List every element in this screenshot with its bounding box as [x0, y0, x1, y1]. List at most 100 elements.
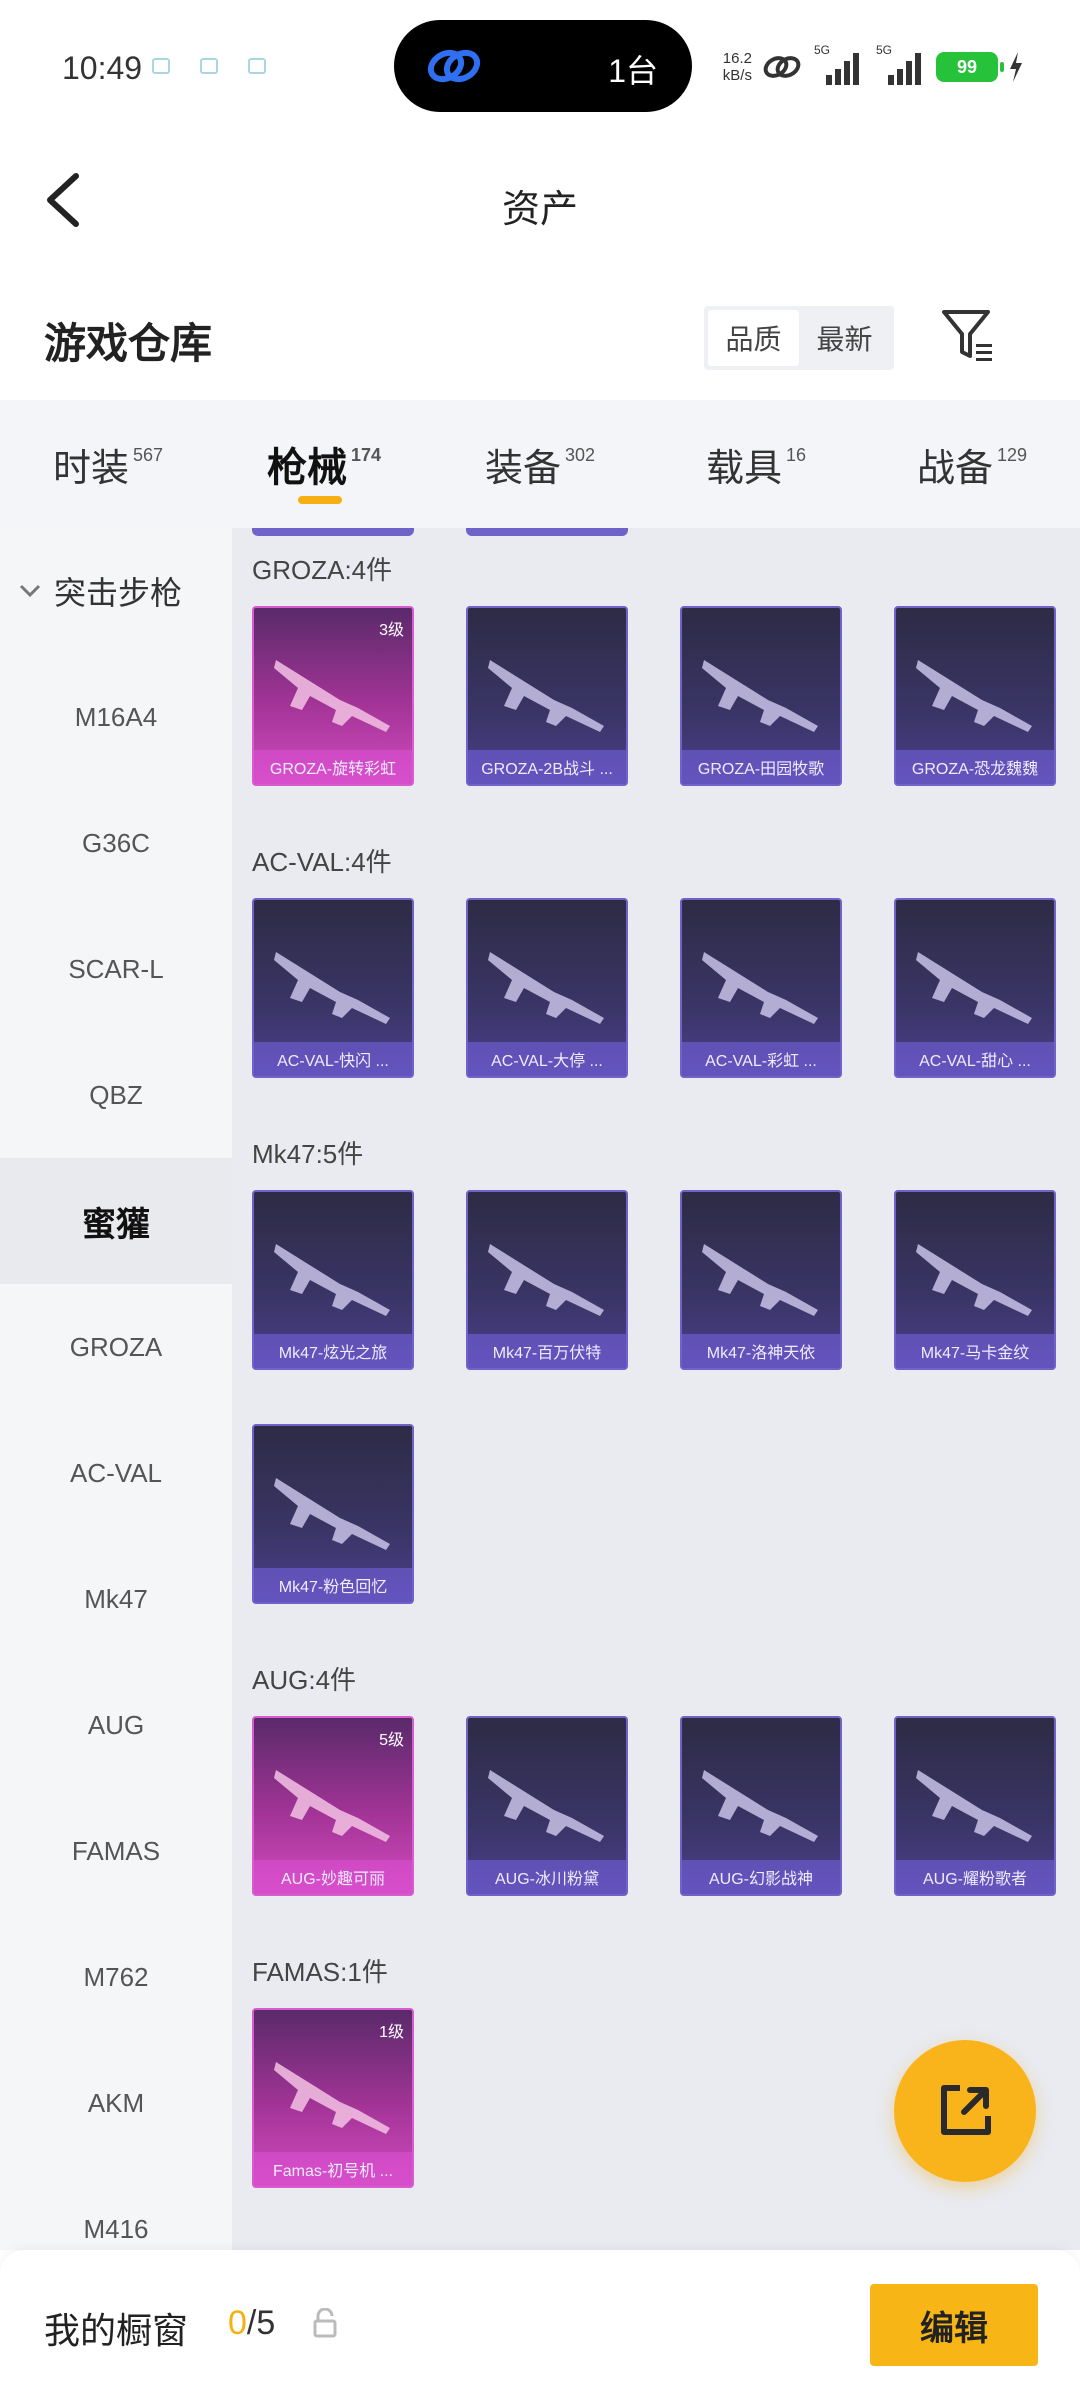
skin-grid: GROZA:4件 3级 GROZA-旋转彩虹 GROZA-2B战斗 ... GROZA-…: [232, 528, 1080, 2250]
showcase-label: 我的橱窗: [44, 2310, 189, 2351]
skin-card[interactable]: AC-VAL-彩虹 ...: [680, 898, 842, 1078]
group-label: AUG:4件: [252, 1665, 357, 1695]
tab-count: 302: [564, 444, 596, 465]
group-label: FAMAS:1件: [252, 1957, 388, 1987]
chevron-down-icon: [19, 584, 41, 598]
sidebar-section-label: 突击步枪: [54, 575, 183, 611]
share-fab[interactable]: [894, 2040, 1036, 2182]
notification-icon: [200, 58, 218, 74]
skin-name: Mk47-炫光之旅: [254, 1334, 412, 1368]
rifle-icon: [274, 1244, 390, 1316]
skin-name: Mk47-粉色回忆: [254, 1568, 412, 1602]
skin-name: GROZA-2B战斗 ...: [468, 750, 626, 784]
rifle-icon: [916, 660, 1032, 732]
skin-name: Mk47-马卡金纹: [896, 1334, 1054, 1368]
edit-button[interactable]: 编辑: [870, 2284, 1038, 2366]
net-speed-value: 16.2: [722, 50, 752, 67]
weapon-sidebar: 突击步枪 M16A4 G36C SCAR-L QBZ 蜜獾 GROZA AC-V…: [0, 528, 232, 2250]
island-text: 1台: [608, 53, 658, 89]
tab-label: 时装: [52, 447, 129, 490]
sidebar-item[interactable]: QBZ: [0, 1032, 232, 1158]
sidebar-item[interactable]: Mk47: [0, 1536, 232, 1662]
sidebar-item[interactable]: M416: [0, 2166, 232, 2250]
tab-equipment[interactable]: 装备 302: [432, 400, 648, 528]
sidebar-section-assault-rifles[interactable]: 突击步枪: [0, 528, 232, 654]
skin-card[interactable]: AUG-幻影战神: [680, 1716, 842, 1896]
notification-icon: [248, 58, 266, 74]
skin-name: Famas-初号机 ...: [254, 2152, 412, 2186]
skin-card[interactable]: 5级 AUG-妙趣可丽: [252, 1716, 414, 1896]
skin-name: AUG-冰川粉黛: [468, 1860, 626, 1894]
tab-count: 567: [132, 444, 164, 465]
skin-name: AC-VAL-快闪 ...: [254, 1042, 412, 1076]
signal-icon: 5G: [874, 43, 926, 87]
skin-card[interactable]: AC-VAL-快闪 ...: [252, 898, 414, 1078]
skin-name: GROZA-旋转彩虹: [254, 750, 412, 784]
sidebar-item-active[interactable]: 蜜獾: [0, 1158, 232, 1284]
skin-card[interactable]: AC-VAL-大停 ...: [466, 898, 628, 1078]
dynamic-island[interactable]: 1台: [394, 20, 692, 112]
skin-card[interactable]: AC-VAL-甜心 ...: [894, 898, 1056, 1078]
sidebar-item[interactable]: FAMAS: [0, 1788, 232, 1914]
tab-supplies[interactable]: 战备 129: [864, 400, 1080, 528]
net-speed-unit: kB/s: [722, 67, 752, 84]
rifle-icon: [702, 660, 818, 732]
skin-card[interactable]: GROZA-2B战斗 ...: [466, 606, 628, 786]
skin-card[interactable]: AUG-冰川粉黛: [466, 1716, 628, 1896]
skin-card[interactable]: AUG-耀粉歌者: [894, 1716, 1056, 1896]
status-time: 10:49: [62, 50, 143, 86]
skin-card[interactable]: GROZA-田园牧歌: [680, 606, 842, 786]
card-edge: [466, 528, 628, 536]
skin-card[interactable]: GROZA-恐龙魏魏: [894, 606, 1056, 786]
skin-name: Mk47-百万伏特: [468, 1334, 626, 1368]
sidebar-item[interactable]: G36C: [0, 780, 232, 906]
sort-quality-button[interactable]: 品质: [708, 310, 799, 366]
filter-icon[interactable]: [940, 306, 996, 366]
share-icon: [941, 2085, 991, 2135]
rifle-icon: [702, 1244, 818, 1316]
skin-card[interactable]: Mk47-洛神天依: [680, 1190, 842, 1370]
skin-card[interactable]: Mk47-百万伏特: [466, 1190, 628, 1370]
title-bar: 资产: [0, 130, 1080, 270]
sidebar-item[interactable]: AKM: [0, 2040, 232, 2166]
showcase-count: 0/5: [228, 2304, 275, 2343]
card-edge: [252, 528, 414, 536]
sidebar-item[interactable]: GROZA: [0, 1284, 232, 1410]
sidebar-item[interactable]: M16A4: [0, 654, 232, 780]
sidebar-item[interactable]: AUG: [0, 1662, 232, 1788]
skin-card[interactable]: Mk47-粉色回忆: [252, 1424, 414, 1604]
signal-icon: 5G: [812, 43, 864, 87]
link-icon: [427, 49, 481, 83]
rifle-icon: [916, 952, 1032, 1024]
skin-card[interactable]: 3级 GROZA-旋转彩虹: [252, 606, 414, 786]
sidebar-item[interactable]: M762: [0, 1914, 232, 2040]
tab-label: 载具: [705, 447, 782, 490]
link-icon: [763, 56, 801, 78]
sidebar-item[interactable]: AC-VAL: [0, 1410, 232, 1536]
skin-card[interactable]: Mk47-马卡金纹: [894, 1190, 1056, 1370]
level-badge: 1级: [379, 2024, 404, 2041]
tab-firearms[interactable]: 枪械 174: [216, 400, 432, 528]
tab-count: 16: [785, 444, 807, 465]
skin-card[interactable]: 1级 Famas-初号机 ...: [252, 2008, 414, 2188]
skin-name: AUG-幻影战神: [682, 1860, 840, 1894]
sort-toggle: 品质 最新: [704, 306, 894, 370]
tab-label: 装备: [484, 447, 561, 490]
sort-newest-button[interactable]: 最新: [799, 310, 890, 366]
tab-label: 枪械: [266, 446, 347, 490]
rifle-icon: [274, 1478, 390, 1550]
tab-fashion[interactable]: 时装 567: [0, 400, 216, 528]
sidebar-item[interactable]: SCAR-L: [0, 906, 232, 1032]
tab-vehicles[interactable]: 载具 16: [648, 400, 864, 528]
level-badge: 3级: [379, 622, 404, 639]
skin-card[interactable]: Mk47-炫光之旅: [252, 1190, 414, 1370]
rifle-icon: [274, 2062, 390, 2134]
skin-name: GROZA-恐龙魏魏: [896, 750, 1054, 784]
net-speed: 16.2 kB/s: [723, 50, 752, 84]
tab-label: 战备: [916, 447, 993, 490]
category-tabs: 时装 567 枪械 174 装备 302 载具 16 战备 129: [0, 400, 1080, 528]
group-label: Mk47:5件: [252, 1139, 364, 1169]
rifle-icon: [488, 1770, 604, 1842]
showcase-bar: 我的橱窗 0/5 编辑: [0, 2250, 1080, 2400]
notification-icon: [152, 58, 170, 74]
